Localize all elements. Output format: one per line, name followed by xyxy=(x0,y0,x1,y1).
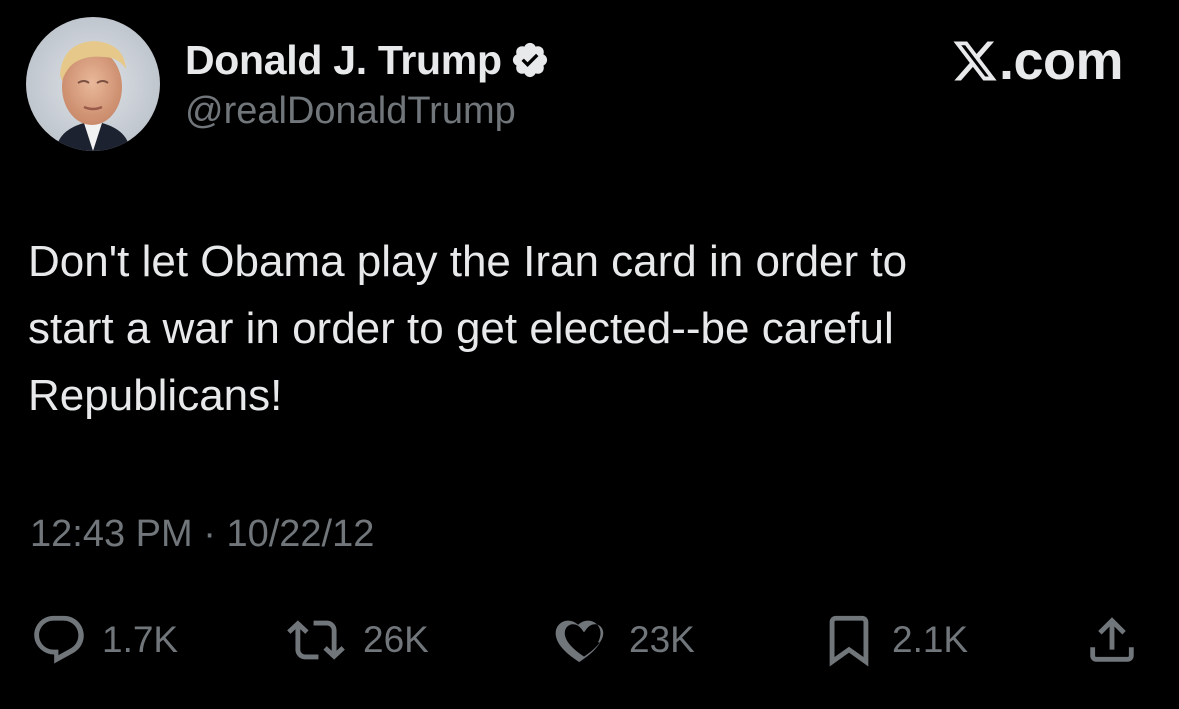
tweet-date: 10/22/12 xyxy=(226,513,375,555)
timestamp-separator: · xyxy=(203,513,216,555)
bookmark-icon xyxy=(829,615,869,667)
retweet-count: 26K xyxy=(363,619,429,660)
tweet-timestamp[interactable]: 12:43 PM · 10/22/12 xyxy=(30,513,374,556)
reply-button[interactable]: 1.7K xyxy=(30,610,178,670)
avatar[interactable] xyxy=(26,17,160,151)
like-button[interactable]: 23K xyxy=(553,610,695,670)
author-name-row: Donald J. Trump xyxy=(185,34,550,86)
share-icon xyxy=(1090,617,1134,662)
brand-watermark: .com xyxy=(951,30,1124,92)
retweet-button[interactable]: 26K xyxy=(283,610,429,670)
author-display-name[interactable]: Donald J. Trump xyxy=(185,37,502,84)
like-count: 23K xyxy=(629,619,695,660)
author-handle[interactable]: @realDonaldTrump xyxy=(185,90,516,133)
retweet-icon xyxy=(287,620,345,660)
action-bar: 1.7K 26K 23K 2.1K xyxy=(0,610,1179,670)
reply-count: 1.7K xyxy=(102,619,179,660)
share-button[interactable] xyxy=(1083,610,1141,670)
tweet-text: Don't let Obama play the Iran card in or… xyxy=(28,237,908,420)
verified-badge-icon xyxy=(512,42,547,78)
bookmark-button[interactable]: 2.1K xyxy=(820,610,968,670)
reply-icon xyxy=(34,615,84,664)
brand-label: .com xyxy=(998,31,1124,91)
avatar-image xyxy=(26,17,160,151)
x-logo-icon xyxy=(953,41,997,81)
tweet-time: 12:43 PM xyxy=(30,513,193,555)
heart-icon xyxy=(555,620,604,663)
bookmark-count: 2.1K xyxy=(892,619,969,660)
